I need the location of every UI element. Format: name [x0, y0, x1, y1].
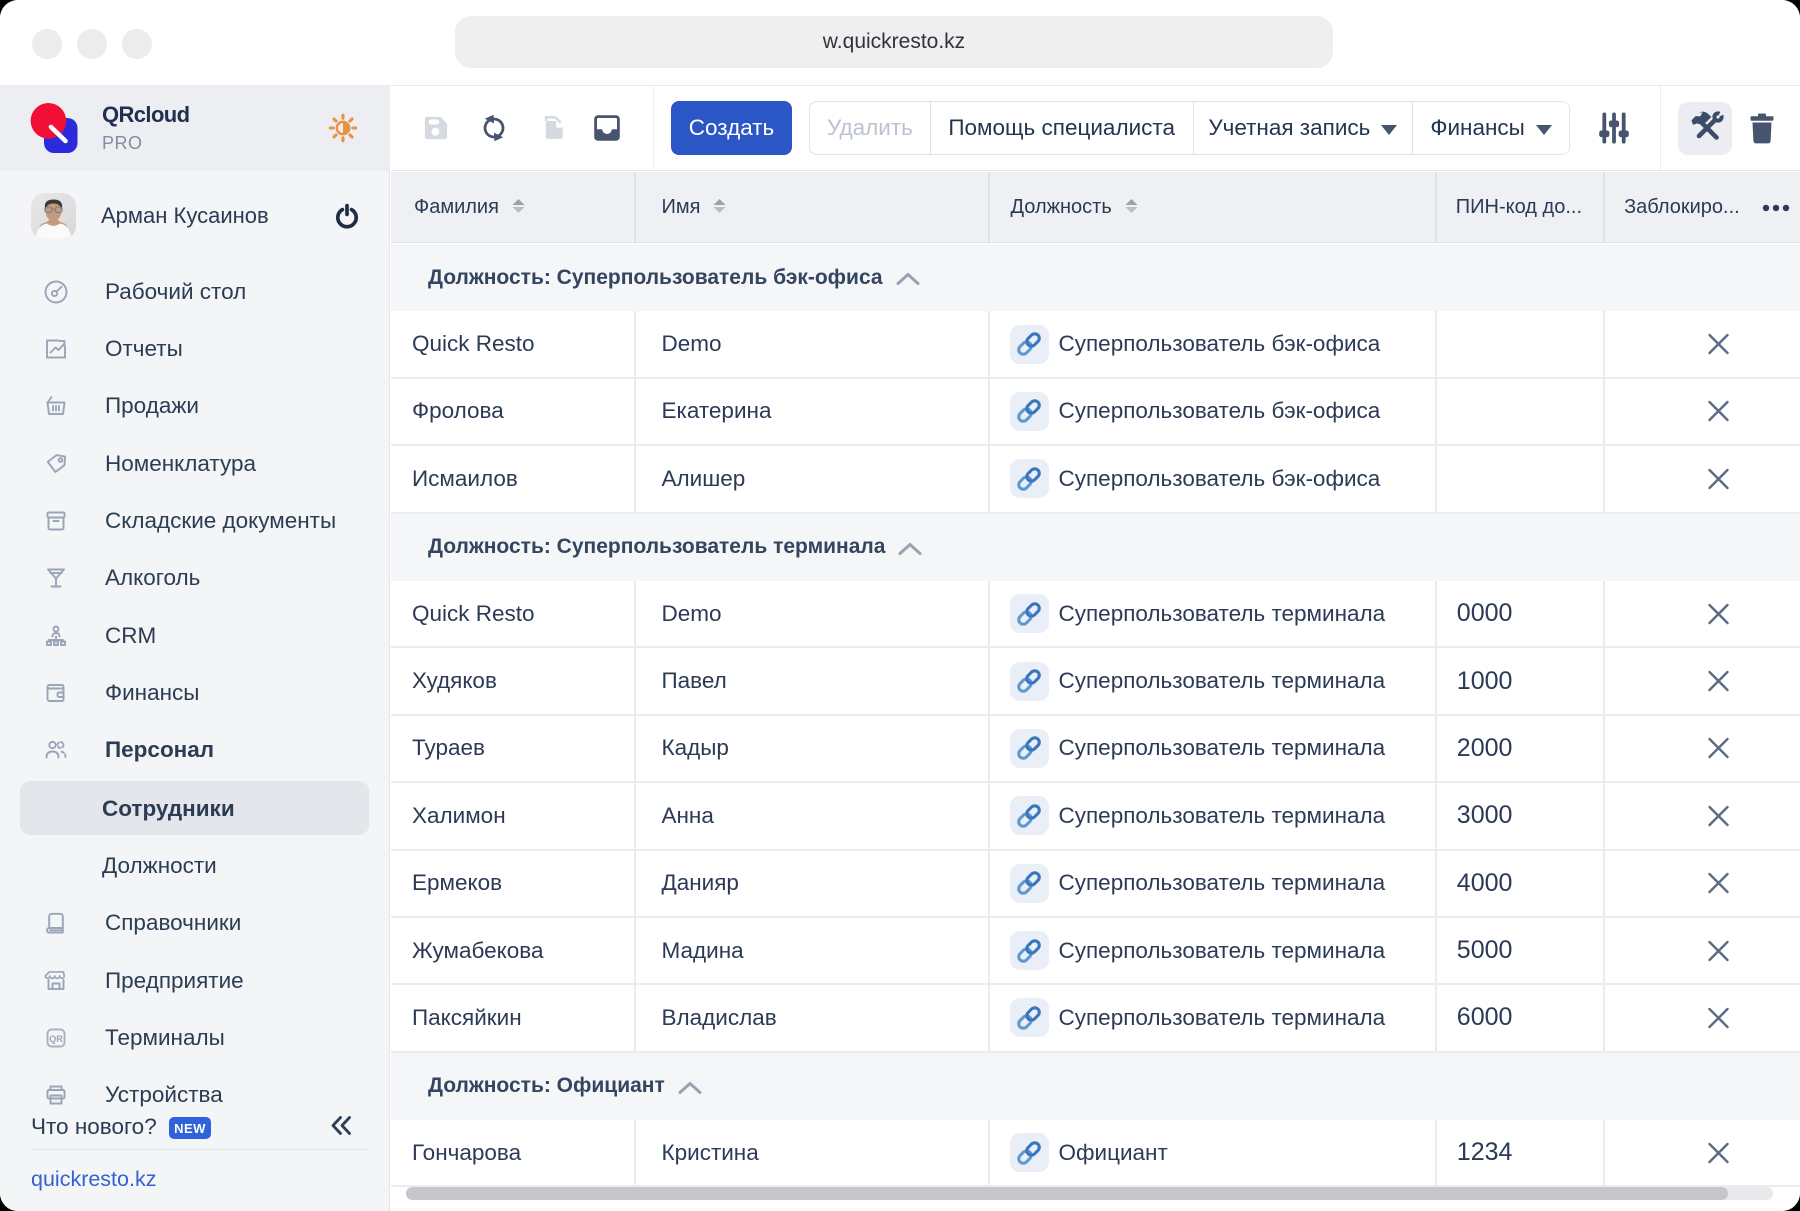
svg-text:QR: QR — [49, 1034, 63, 1044]
